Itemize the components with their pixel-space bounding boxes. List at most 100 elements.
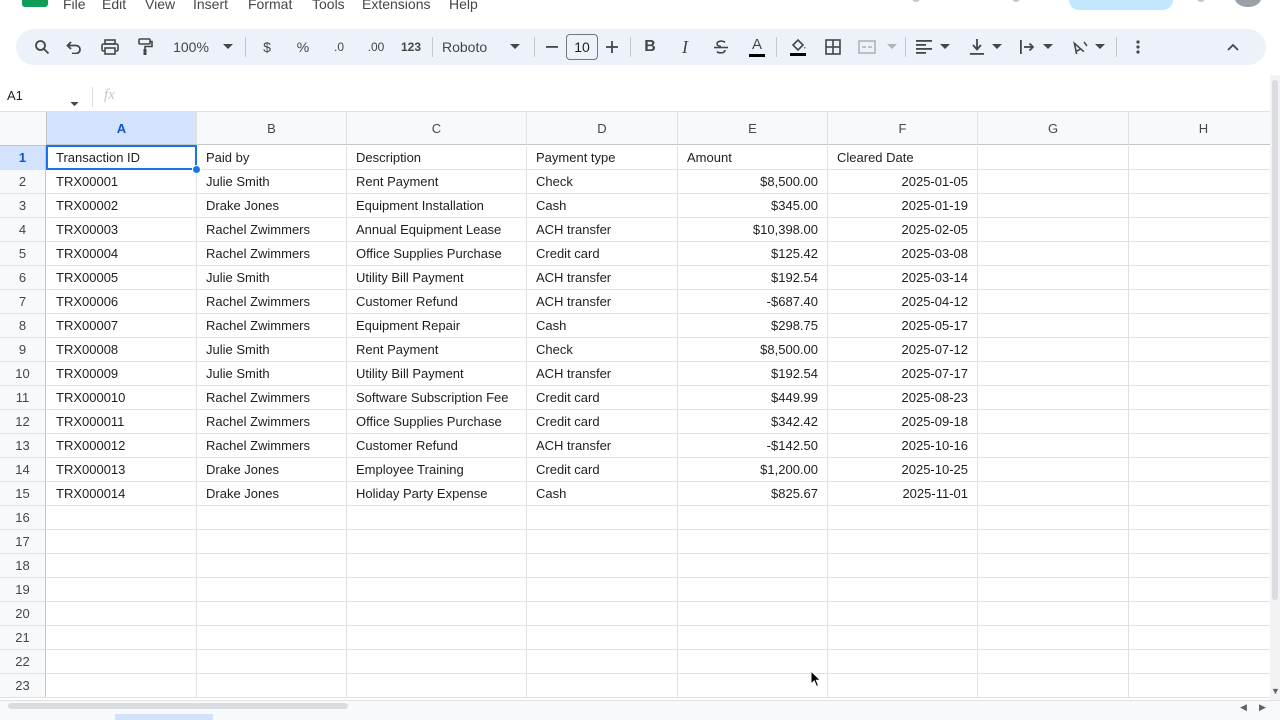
cell-h4[interactable]: [1129, 218, 1279, 242]
cell-f21[interactable]: [828, 626, 978, 650]
cell-h14[interactable]: [1129, 458, 1279, 482]
cell-f19[interactable]: [828, 578, 978, 602]
cell-h5[interactable]: [1129, 242, 1279, 266]
cell-g20[interactable]: [978, 602, 1129, 626]
undo-icon[interactable]: [64, 35, 84, 59]
cell-d2[interactable]: Check: [527, 170, 678, 194]
cell-a21[interactable]: [47, 626, 197, 650]
fill-color-icon[interactable]: [787, 35, 809, 59]
select-all-corner[interactable]: [0, 112, 47, 146]
more-options-icon[interactable]: [1130, 35, 1146, 59]
cell-c20[interactable]: [347, 602, 527, 626]
row-header-14[interactable]: 14: [0, 458, 46, 482]
row-header-16[interactable]: 16: [0, 506, 46, 530]
cell-b6[interactable]: Julie Smith: [197, 266, 347, 290]
row-header-7[interactable]: 7: [0, 290, 46, 314]
row-header-1[interactable]: 1: [0, 146, 46, 170]
cell-c14[interactable]: Employee Training: [347, 458, 527, 482]
cell-b3[interactable]: Drake Jones: [197, 194, 347, 218]
cell-d18[interactable]: [527, 554, 678, 578]
cell-g10[interactable]: [978, 362, 1129, 386]
cell-f4[interactable]: 2025-02-05: [828, 218, 978, 242]
font-family-select[interactable]: Roboto: [442, 35, 494, 59]
cell-e6[interactable]: $192.54: [678, 266, 828, 290]
cell-f3[interactable]: 2025-01-19: [828, 194, 978, 218]
cell-h18[interactable]: [1129, 554, 1279, 578]
cell-d21[interactable]: [527, 626, 678, 650]
share-button[interactable]: [1069, 0, 1173, 10]
cell-d6[interactable]: ACH transfer: [527, 266, 678, 290]
cell-g5[interactable]: [978, 242, 1129, 266]
cell-d1[interactable]: Payment type: [527, 146, 678, 170]
cell-d8[interactable]: Cash: [527, 314, 678, 338]
cell-d13[interactable]: ACH transfer: [527, 434, 678, 458]
column-header-b[interactable]: B: [197, 112, 347, 145]
cell-f15[interactable]: 2025-11-01: [828, 482, 978, 506]
cell-g13[interactable]: [978, 434, 1129, 458]
cell-c10[interactable]: Utility Bill Payment: [347, 362, 527, 386]
cell-f2[interactable]: 2025-01-05: [828, 170, 978, 194]
cell-a10[interactable]: TRX00009: [47, 362, 197, 386]
cell-f17[interactable]: [828, 530, 978, 554]
cell-e7[interactable]: -$687.40: [678, 290, 828, 314]
cell-a5[interactable]: TRX00004: [47, 242, 197, 266]
column-header-g[interactable]: G: [978, 112, 1129, 145]
row-header-9[interactable]: 9: [0, 338, 46, 362]
cell-d7[interactable]: ACH transfer: [527, 290, 678, 314]
cell-c12[interactable]: Office Supplies Purchase: [347, 410, 527, 434]
cell-c15[interactable]: Holiday Party Expense: [347, 482, 527, 506]
menu-help[interactable]: Help: [449, 0, 478, 12]
row-header-3[interactable]: 3: [0, 194, 46, 218]
cell-e11[interactable]: $449.99: [678, 386, 828, 410]
paint-format-icon[interactable]: [135, 35, 155, 59]
cell-e19[interactable]: [678, 578, 828, 602]
cell-c9[interactable]: Rent Payment: [347, 338, 527, 362]
cell-f22[interactable]: [828, 650, 978, 674]
percent-format-button[interactable]: %: [293, 35, 313, 59]
cell-a16[interactable]: [47, 506, 197, 530]
cell-e16[interactable]: [678, 506, 828, 530]
cell-h20[interactable]: [1129, 602, 1279, 626]
cell-h1[interactable]: [1129, 146, 1279, 170]
horizontal-scroll-thumb[interactable]: [8, 703, 348, 709]
cell-c17[interactable]: [347, 530, 527, 554]
cell-d4[interactable]: ACH transfer: [527, 218, 678, 242]
cell-g6[interactable]: [978, 266, 1129, 290]
history-icon[interactable]: [912, 0, 920, 2]
decrease-decimal-button[interactable]: .0: [327, 35, 351, 59]
column-header-f[interactable]: F: [828, 112, 978, 145]
chevron-down-icon[interactable]: [1041, 35, 1055, 59]
cell-a1[interactable]: Transaction ID: [47, 146, 197, 170]
cell-b2[interactable]: Julie Smith: [197, 170, 347, 194]
collapse-menus-icon[interactable]: [1223, 35, 1243, 59]
chevron-down-icon[interactable]: [938, 35, 952, 59]
cell-e9[interactable]: $8,500.00: [678, 338, 828, 362]
cell-b16[interactable]: [197, 506, 347, 530]
cell-g11[interactable]: [978, 386, 1129, 410]
comments-icon[interactable]: [1012, 0, 1020, 2]
borders-icon[interactable]: [823, 35, 843, 59]
cell-h19[interactable]: [1129, 578, 1279, 602]
increase-decimal-button[interactable]: .00: [363, 35, 389, 59]
row-header-17[interactable]: 17: [0, 530, 46, 554]
cell-b10[interactable]: Julie Smith: [197, 362, 347, 386]
cell-b22[interactable]: [197, 650, 347, 674]
menu-tools[interactable]: Tools: [312, 0, 345, 12]
cell-a22[interactable]: [47, 650, 197, 674]
cell-e23[interactable]: [678, 674, 828, 698]
cell-h11[interactable]: [1129, 386, 1279, 410]
cell-c21[interactable]: [347, 626, 527, 650]
cell-c2[interactable]: Rent Payment: [347, 170, 527, 194]
row-header-13[interactable]: 13: [0, 434, 46, 458]
cell-g23[interactable]: [978, 674, 1129, 698]
cell-b4[interactable]: Rachel Zwimmers: [197, 218, 347, 242]
menu-edit[interactable]: Edit: [102, 0, 126, 12]
vertical-scroll-thumb[interactable]: [1272, 80, 1278, 600]
cell-c6[interactable]: Utility Bill Payment: [347, 266, 527, 290]
vertical-align-icon[interactable]: [967, 35, 987, 59]
chevron-down-icon[interactable]: [220, 35, 236, 59]
bold-button[interactable]: B: [640, 35, 660, 59]
cell-g14[interactable]: [978, 458, 1129, 482]
cell-f13[interactable]: 2025-10-16: [828, 434, 978, 458]
cell-g19[interactable]: [978, 578, 1129, 602]
